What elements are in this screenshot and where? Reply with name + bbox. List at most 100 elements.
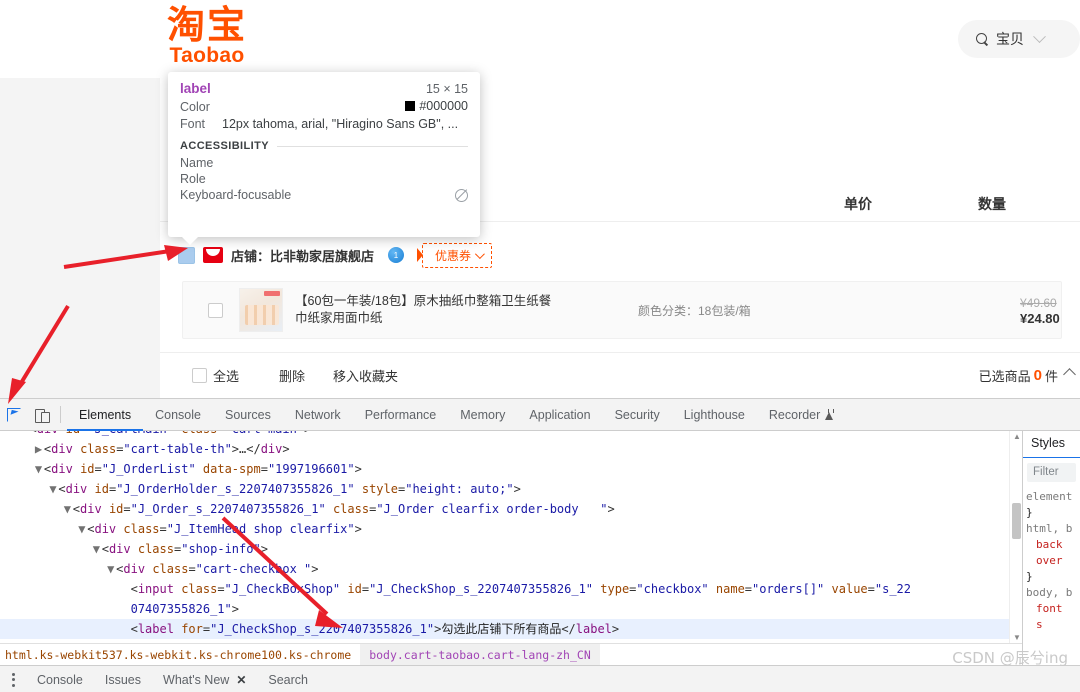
shop-badge-icon: 1 [388,247,405,263]
select-all-label[interactable]: 全选 [213,366,239,385]
expand-arrow-icon[interactable]: ▼ [78,519,87,539]
chevron-down-icon[interactable] [1033,29,1046,43]
device-toolbar-button[interactable] [28,399,56,431]
cart-item-row: 【60包一年装/18包】原木抽纸巾整箱卫生纸餐巾纸家用面巾纸 颜色分类：18包装… [182,281,1062,339]
style-rule-line[interactable]: s [1026,617,1080,633]
device-toggle-icon [34,408,50,423]
drawer-tab-label: Issues [104,672,142,687]
dom-breadcrumb[interactable]: html.ks-webkit537.ks-webkit.ks-chrome100… [0,643,1022,666]
drawer-tab-what-s-new[interactable]: What's New ✕ [152,666,257,692]
style-rule-line[interactable]: over [1026,553,1080,569]
not-allowed-icon [455,188,468,202]
chevron-up-icon[interactable] [1063,368,1076,381]
devtools-tab-security[interactable]: Security [603,399,672,431]
devtools-tab-label: Security [614,407,660,422]
dom-node-line[interactable]: <label for="J_CheckShop_s_2207407355826_… [0,619,1022,639]
taobao-logo[interactable]: 淘宝 Taobao [167,6,247,66]
devtools-tab-label: Elements [79,407,132,422]
dom-scrollbar[interactable]: ▲ ▼ [1009,431,1022,643]
devtools-tab-sources[interactable]: Sources [213,399,283,431]
delete-button[interactable]: 删除 [279,366,305,385]
tooltip-color-label: Color [180,100,210,114]
drawer-tab-issues[interactable]: Issues [94,666,152,692]
dom-node-line[interactable]: <input class="J_CheckBoxShop" id="J_Chec… [0,579,1022,599]
devtools-tab-application[interactable]: Application [517,399,602,431]
dom-node-line[interactable]: 07407355826_1"> [0,599,1022,619]
drawer-tab-console[interactable]: Console [26,666,94,692]
devtools-tab-memory[interactable]: Memory [448,399,517,431]
dom-node-line[interactable]: ▼ <div class="cart-checkbox "> [0,559,1022,579]
expand-arrow-icon[interactable]: ▼ [93,539,102,559]
search-box[interactable]: 宝贝 [958,20,1080,58]
product-thumbnail[interactable] [239,288,283,332]
dom-node-line[interactable]: ▼ <div class="J_ItemHead shop clearfix"> [0,519,1022,539]
devtools-tab-recorder[interactable]: Recorder [757,399,846,431]
drawer-tab-search[interactable]: Search [257,666,319,692]
move-to-favorites-button[interactable]: 移入收藏夹 [333,366,398,385]
dom-node-line[interactable]: ▼ <div class="shop-info"> [0,539,1022,559]
devtools-tab-console[interactable]: Console [143,399,213,431]
expand-arrow-icon[interactable] [122,599,131,619]
shop-checkbox[interactable] [178,246,195,264]
devtools-tab-label: Application [529,407,591,422]
expand-arrow-icon[interactable]: ▼ [35,459,44,479]
inspect-element-button[interactable] [0,399,28,431]
style-rule-line[interactable]: font [1026,601,1080,617]
scroll-down-arrow-icon[interactable]: ▼ [1013,633,1021,642]
expand-arrow-icon[interactable]: ▼ [49,479,58,499]
style-rule-line[interactable]: } [1026,505,1080,521]
devtools-tab-lighthouse[interactable]: Lighthouse [672,399,757,431]
select-all-checkbox[interactable] [192,368,207,383]
tooltip-dimensions: 15 × 15 [425,82,468,96]
breadcrumb-item-body[interactable]: body.cart-taobao.cart-lang-zh_CN [360,643,600,666]
tooltip-font-label: Font [180,117,206,131]
expand-arrow-icon[interactable] [122,579,131,599]
breadcrumb-item-html[interactable]: html.ks-webkit537.ks-webkit.ks-chrome100… [0,644,360,666]
devtools-tab-label: Lighthouse [683,407,745,422]
tooltip-tag-name: label [180,81,211,96]
dom-node-line[interactable]: ▼ <div id="J_OrderHolder_s_2207407355826_… [0,479,1022,499]
tab-styles[interactable]: Styles [1023,431,1080,457]
shop-icon [203,247,223,263]
current-price: ¥24.80 [1020,310,1060,326]
style-rule-line[interactable]: } [1026,569,1080,585]
styles-rule-list[interactable]: element} html, b back over} body, b font s [1023,487,1080,633]
dom-node-line[interactable]: ▶ <div class="cart-table-th">…</div> [0,439,1022,459]
section-divider [276,145,468,147]
expand-arrow-icon[interactable]: ▼ [64,499,73,519]
devtools-tab-network[interactable]: Network [283,399,353,431]
product-title[interactable]: 【60包一年装/18包】原木抽纸巾整箱卫生纸餐巾纸家用面巾纸 [295,293,555,327]
expand-arrow-icon[interactable]: ▶ [35,439,44,459]
item-checkbox[interactable] [208,302,223,318]
dom-node-line[interactable]: ▼ <div id="J_OrderList" data-spm="1997196… [0,459,1022,479]
styles-filter-input[interactable]: Filter [1027,463,1076,482]
style-rule-line[interactable]: element [1026,489,1080,505]
style-rule-line[interactable]: back [1026,537,1080,553]
scrollbar-thumb[interactable] [1012,503,1021,539]
styles-tabbar: Styles [1023,431,1080,458]
product-sku: 颜色分类：18包装/箱 [638,303,751,318]
product-price-block: ¥49.60 ¥24.80 [1020,295,1060,326]
more-options-icon[interactable] [0,666,26,692]
drawer-tab-label: Console [37,672,83,687]
dom-tree[interactable]: <div id="J_CartMain" class="cart-main"> … [0,431,1022,643]
style-rule-line[interactable]: html, b [1026,521,1080,537]
expand-arrow-icon[interactable] [122,619,131,639]
devtools-tab-elements[interactable]: Elements [67,399,143,431]
expand-arrow-icon[interactable]: ▼ [107,559,116,579]
selected-summary: 已选商品 0 件 [979,366,1076,385]
scroll-up-arrow-icon[interactable]: ▲ [1013,432,1021,441]
column-header-quantity: 数量 [978,196,1006,212]
logo-chinese-text: 淘宝 [167,3,248,47]
coupon-button[interactable]: 优惠券 [422,242,493,268]
style-rule-line[interactable]: body, b [1026,585,1080,601]
devtools-tab-label: Recorder [768,407,821,422]
devtools-tab-performance[interactable]: Performance [353,399,449,431]
dom-node-line[interactable]: ▼ <div id="J_Order_s_2207407355826_1" cla… [0,499,1022,519]
search-input[interactable]: 宝贝 [996,29,1024,49]
styles-panel: Styles Filter element} html, b back over} bo… [1022,431,1080,665]
shop-name-label[interactable]: 店铺：比非勒家居旗舰店 [231,246,374,265]
dom-node-line[interactable]: <div id="J_CartMain" class="cart-main"> [0,431,1022,439]
close-icon[interactable]: ✕ [236,674,246,686]
tooltip-font-value: 12px tahoma, arial, "Hiragino Sans GB", … [222,117,459,131]
